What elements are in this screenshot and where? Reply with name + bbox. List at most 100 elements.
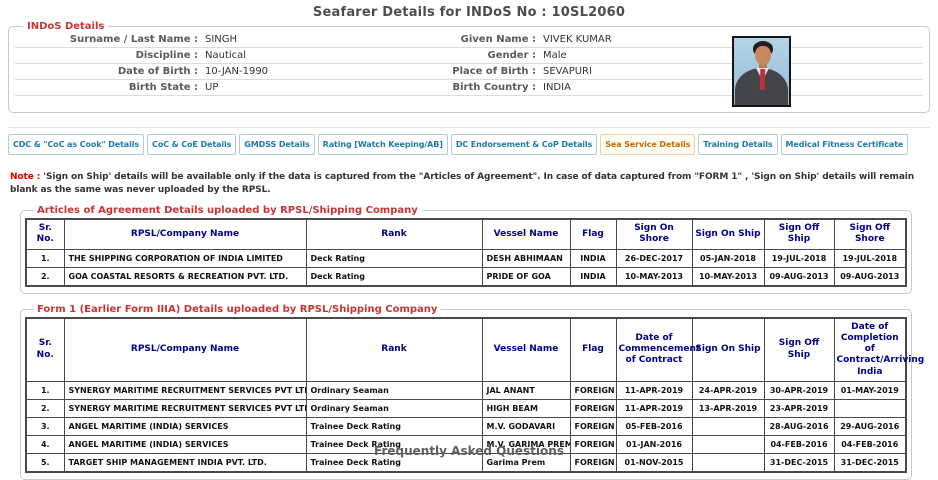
table-cell: DESH ABHIMAAN [482,249,570,267]
column-header: Flag [570,219,616,249]
table-cell: 19-JUL-2018 [764,249,834,267]
faq-link[interactable]: Frequently Asked Questions [0,444,938,458]
header-row: Sr. No.RPSL/Company NameRankVessel NameF… [26,219,906,249]
field-value: SINGH [205,34,443,45]
column-header: Sr. No. [26,219,64,249]
tab-dc-endorsement-cop-details[interactable]: DC Endorsement & CoP Details [451,134,597,155]
table-cell: 29-AUG-2016 [834,417,906,435]
tab-cdc-coc-as-cook-details[interactable]: CDC & "CoC as Cook" Details [8,134,144,155]
table-cell [692,417,764,435]
table-cell: 13-APR-2019 [692,399,764,417]
table-row: 1.THE SHIPPING CORPORATION OF INDIA LIMI… [26,249,906,267]
table-cell: FOREIGN [570,417,616,435]
indos-details-legend: INDoS Details [23,21,108,32]
tab-coc-coe-details[interactable]: CoC & CoE Details [147,134,236,155]
tab-label: Rating [Watch Keeping/AB] [323,140,443,149]
table-cell: Ordinary Seaman [306,399,482,417]
articles-of-agreement-table: Sr. No.RPSL/Company NameRankVessel NameF… [25,218,907,287]
table-cell: 3. [26,417,64,435]
table-cell: 09-AUG-2013 [834,267,906,286]
column-header: Sign Off Ship [764,219,834,249]
table-cell: SYNERGY MARITIME RECRUITMENT SERVICES PV… [64,381,306,399]
field-label: Birth State : [15,82,205,93]
column-header: Sr. No. [26,318,64,382]
table-cell: INDIA [570,249,616,267]
table-cell: Deck Rating [306,249,482,267]
column-header: Date of Commencement of Contract [616,318,692,382]
field-label: Birth Country : [443,82,543,93]
column-header: RPSL/Company Name [64,219,306,249]
indos-details-section: INDoS Details Surname / Last Name : SING… [8,21,930,113]
table-cell: Deck Rating [306,267,482,286]
table-cell: 05-JAN-2018 [692,249,764,267]
articles-of-agreement-section: Articles of Agreement Details uploaded b… [20,205,912,294]
table-cell [834,399,906,417]
field-label: Discipline : [15,50,205,61]
tab-label: DC Endorsement & CoP Details [456,140,592,149]
table-cell: 24-APR-2019 [692,381,764,399]
table-cell: FOREIGN [570,381,616,399]
tab-label: GMDSS Details [244,140,309,149]
table-cell: 09-AUG-2013 [764,267,834,286]
tab-rating-watch-keeping-ab[interactable]: Rating [Watch Keeping/AB] [318,134,448,155]
table-cell: 30-APR-2019 [764,381,834,399]
field-label: Given Name : [443,34,543,45]
column-header: Sign Off Shore [834,219,906,249]
table-row: 3.ANGEL MARITIME (INDIA) SERVICESTrainee… [26,417,906,435]
table-cell: M.V. GODAVARI [482,417,570,435]
note-text: Note : 'Sign on Ship' details will be av… [10,171,928,197]
tab-label: Medical Fitness Certificate [786,140,904,149]
column-header: Vessel Name [482,318,570,382]
header-row: Sr. No.RPSL/Company NameRankVessel NameF… [26,318,906,382]
table-row: 2.GOA COASTAL RESORTS & RECREATION PVT. … [26,267,906,286]
table-cell: 19-JUL-2018 [834,249,906,267]
table-cell: 1. [26,381,64,399]
column-header: RPSL/Company Name [64,318,306,382]
tab-sea-service-details[interactable]: Sea Service Details [600,134,695,155]
tab-gmdss-details[interactable]: GMDSS Details [239,134,314,155]
table-cell: ANGEL MARITIME (INDIA) SERVICES [64,417,306,435]
table-cell: 05-FEB-2016 [616,417,692,435]
column-header: Sign On Shore [616,219,692,249]
column-header: Sign On Ship [692,219,764,249]
column-header: Sign On Ship [692,318,764,382]
column-header: Vessel Name [482,219,570,249]
field-value: Nautical [205,50,443,61]
table-cell: THE SHIPPING CORPORATION OF INDIA LIMITE… [64,249,306,267]
seafarer-photo [732,36,791,107]
table-row: 2.SYNERGY MARITIME RECRUITMENT SERVICES … [26,399,906,417]
table-cell: FOREIGN [570,399,616,417]
photo-face-shape [755,46,771,65]
table-cell: 11-APR-2019 [616,399,692,417]
table-cell: 23-APR-2019 [764,399,834,417]
note-body: 'Sign on Ship' details will be available… [10,172,914,195]
table-cell: 10-MAY-2013 [692,267,764,286]
column-header: Flag [570,318,616,382]
tab-bar: CDC & "CoC as Cook" Details CoC & CoE De… [8,127,930,155]
table-cell: 2. [26,399,64,417]
table-cell: JAL ANANT [482,381,570,399]
field-value: 10-JAN-1990 [205,66,443,77]
table-cell: 01-MAY-2019 [834,381,906,399]
table-cell: HIGH BEAM [482,399,570,417]
field-label: Date of Birth : [15,66,205,77]
table-cell: PRIDE OF GOA [482,267,570,286]
column-header: Rank [306,318,482,382]
field-label: Surname / Last Name : [15,34,205,45]
form1-details-legend: Form 1 (Earlier Form IIIA) Details uploa… [33,304,441,315]
photo-tie-shape [760,69,766,90]
tab-training-details[interactable]: Training Details [698,134,777,155]
field-label: Place of Birth : [443,66,543,77]
table-cell: Ordinary Seaman [306,381,482,399]
table-cell: 2. [26,267,64,286]
column-header: Date of Completion of Contract/Arriving … [834,318,906,382]
tab-medical-fitness-certificate[interactable]: Medical Fitness Certificate [781,134,909,155]
table-cell: 10-MAY-2013 [616,267,692,286]
page-title: Seafarer Details for INDoS No : 10SL2060 [0,0,938,20]
note-prefix: Note : [10,172,40,182]
field-label: Gender : [443,50,543,61]
column-header: Rank [306,219,482,249]
table-cell: 28-AUG-2016 [764,417,834,435]
field-value: UP [205,82,443,93]
tab-label: Sea Service Details [605,140,690,149]
